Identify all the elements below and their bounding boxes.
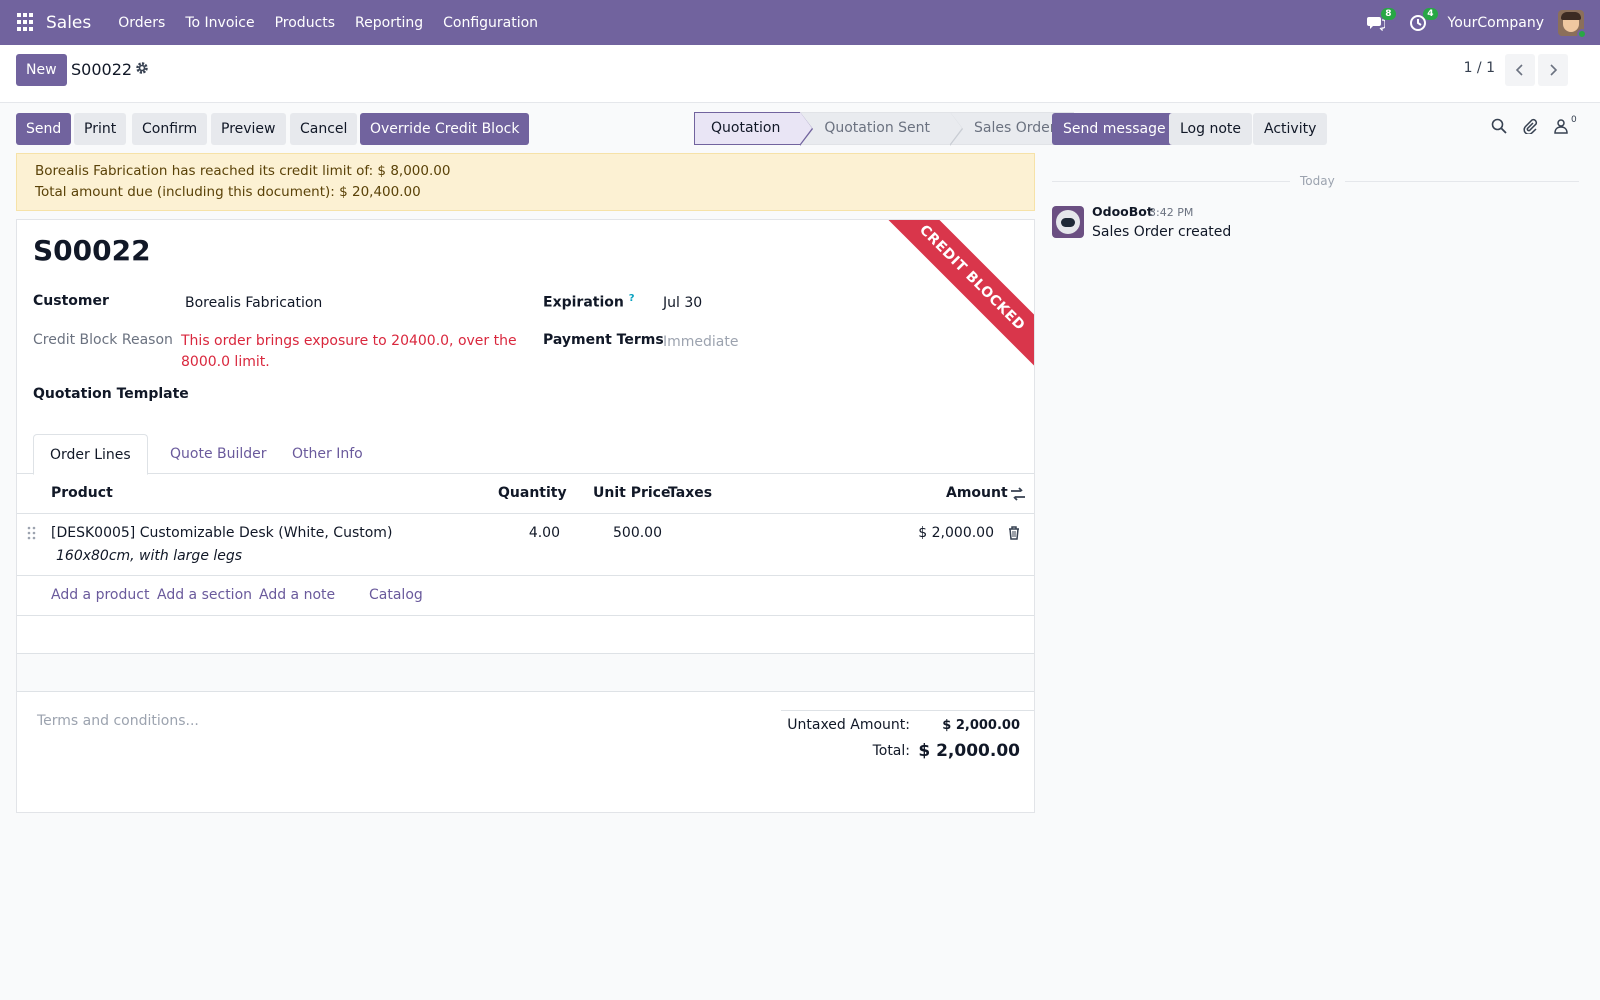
- search-icon[interactable]: [1491, 118, 1507, 138]
- tab-quote-builder[interactable]: Quote Builder: [154, 434, 283, 474]
- customer-field[interactable]: Borealis Fabrication: [185, 295, 322, 311]
- column-product[interactable]: Product: [51, 485, 113, 501]
- main-menu: Orders To Invoice Products Reporting Con…: [108, 15, 548, 31]
- quotation-template-label: Quotation Template: [33, 386, 189, 402]
- tab-other-info[interactable]: Other Info: [276, 434, 379, 474]
- form-sheet: CREDIT BLOCKED S00022 Customer Borealis …: [16, 219, 1035, 813]
- messages-badge: 8: [1381, 7, 1396, 20]
- order-lines-header: Product Quantity Unit Price Taxes Amount: [17, 474, 1034, 514]
- reason-line: This order brings exposure to 20400.0, o…: [181, 333, 517, 349]
- odoobot-avatar[interactable]: [1052, 206, 1084, 238]
- record-title: S00022: [33, 234, 151, 267]
- messages-icon[interactable]: 8: [1364, 7, 1396, 35]
- control-panel: New S00022 1 / 1: [0, 45, 1600, 103]
- column-amount[interactable]: Amount: [946, 485, 1008, 501]
- message-body: Sales Order created: [1092, 224, 1232, 240]
- stage-label: Quotation Sent: [824, 120, 930, 136]
- pager-value[interactable]: 1 / 1: [1464, 60, 1495, 76]
- help-tooltip-icon[interactable]: ?: [629, 293, 635, 304]
- menu-reporting[interactable]: Reporting: [345, 15, 433, 31]
- stage-label: Quotation: [711, 120, 781, 136]
- company-switcher[interactable]: YourCompany: [1448, 15, 1545, 31]
- expiration-field[interactable]: Jul 30: [663, 295, 702, 311]
- untaxed-amount-label: Untaxed Amount:: [787, 717, 910, 733]
- add-note-link[interactable]: Add a note: [259, 587, 335, 603]
- stage-quotation-sent[interactable]: Quotation Sent: [800, 112, 963, 146]
- notebook-tabs: Order Lines Quote Builder Other Info: [17, 434, 1034, 475]
- user-avatar[interactable]: [1558, 9, 1587, 39]
- apps-menu-icon[interactable]: [17, 12, 37, 33]
- reason-line: 8000.0 limit.: [181, 354, 270, 370]
- credit-block-reason-label: Credit Block Reason: [33, 332, 173, 348]
- add-section-link[interactable]: Add a section: [157, 587, 252, 603]
- column-taxes[interactable]: Taxes: [668, 485, 712, 501]
- payment-terms-label: Payment Terms: [543, 332, 664, 348]
- menu-configuration[interactable]: Configuration: [433, 15, 548, 31]
- drag-handle-icon[interactable]: [27, 526, 37, 544]
- menu-to-invoice[interactable]: To Invoice: [175, 15, 264, 31]
- total-value: $ 2,000.00: [918, 741, 1020, 761]
- gear-icon[interactable]: [135, 61, 149, 79]
- print-button[interactable]: Print: [74, 113, 127, 145]
- breadcrumb-record: S00022: [71, 60, 133, 79]
- followers-count: 0: [1571, 115, 1577, 125]
- terms-and-conditions-field[interactable]: Terms and conditions...: [37, 713, 199, 729]
- status-bar: Quotation Quotation Sent Sales Order: [694, 112, 1074, 146]
- add-product-link[interactable]: Add a product: [51, 587, 149, 603]
- app-name[interactable]: Sales: [46, 13, 91, 33]
- navbar-systray: 8 4 YourCompany: [1364, 0, 1587, 45]
- untaxed-amount-value: $ 2,000.00: [942, 718, 1020, 733]
- customer-label: Customer: [33, 293, 109, 309]
- activities-badge: 4: [1423, 7, 1438, 20]
- log-note-button[interactable]: Log note: [1169, 113, 1252, 145]
- optional-columns-icon[interactable]: [1010, 487, 1026, 505]
- date-separator: Today: [1290, 174, 1345, 188]
- activities-icon[interactable]: 4: [1406, 7, 1438, 35]
- message-author[interactable]: OdooBot: [1092, 204, 1153, 219]
- top-navbar: Sales Orders To Invoice Products Reporti…: [0, 0, 1600, 45]
- menu-products[interactable]: Products: [265, 15, 345, 31]
- message-time: 3:42 PM: [1149, 206, 1194, 219]
- add-line-row: Add a product Add a section Add a note C…: [17, 576, 1034, 616]
- alert-line-limit: Borealis Fabrication has reached its cre…: [35, 163, 451, 179]
- totals-summary: Untaxed Amount: $ 2,000.00 Total: $ 2,00…: [781, 710, 1034, 761]
- line-unit-price[interactable]: 500.00: [613, 525, 662, 541]
- override-credit-block-button[interactable]: Override Credit Block: [360, 113, 530, 145]
- paperclip-icon[interactable]: [1522, 118, 1538, 138]
- send-button[interactable]: Send: [16, 113, 72, 145]
- catalog-link[interactable]: Catalog: [369, 587, 423, 603]
- alert-line-due: Total amount due (including this documen…: [35, 184, 421, 200]
- trash-icon[interactable]: [1008, 526, 1020, 544]
- new-button[interactable]: New: [16, 54, 67, 86]
- tab-order-lines[interactable]: Order Lines: [33, 434, 148, 475]
- empty-row: [17, 616, 1034, 654]
- confirm-button[interactable]: Confirm: [132, 113, 208, 145]
- line-quantity[interactable]: 4.00: [529, 525, 560, 541]
- column-quantity[interactable]: Quantity: [498, 485, 567, 501]
- expiration-label: Expiration ?: [543, 293, 635, 311]
- followers-icon[interactable]: [1553, 118, 1569, 138]
- stage-label: Sales Order: [974, 120, 1056, 136]
- credit-block-reason-value: This order brings exposure to 20400.0, o…: [181, 331, 517, 373]
- payment-terms-field[interactable]: Immediate: [663, 334, 738, 350]
- expiration-label-text: Expiration: [543, 294, 624, 311]
- total-label: Total:: [872, 743, 910, 759]
- credit-limit-alert: Borealis Fabrication has reached its cre…: [16, 153, 1035, 211]
- line-description[interactable]: 160x80cm, with large legs: [56, 548, 242, 564]
- line-product[interactable]: [DESK0005] Customizable Desk (White, Cus…: [51, 525, 392, 541]
- column-unit-price[interactable]: Unit Price: [593, 485, 670, 501]
- preview-button[interactable]: Preview: [211, 113, 286, 145]
- stage-quotation[interactable]: Quotation: [694, 112, 814, 146]
- line-amount: $ 2,000.00: [918, 525, 994, 541]
- pager-previous-icon[interactable]: [1505, 54, 1535, 86]
- credit-blocked-ribbon: CREDIT BLOCKED: [881, 220, 1034, 369]
- send-message-button[interactable]: Send message: [1052, 113, 1177, 145]
- menu-orders[interactable]: Orders: [108, 15, 175, 31]
- activity-button[interactable]: Activity: [1253, 113, 1328, 145]
- cancel-button[interactable]: Cancel: [290, 113, 358, 145]
- table-row[interactable]: [DESK0005] Customizable Desk (White, Cus…: [17, 514, 1034, 576]
- empty-row: [17, 654, 1034, 692]
- pager-next-icon[interactable]: [1538, 54, 1568, 86]
